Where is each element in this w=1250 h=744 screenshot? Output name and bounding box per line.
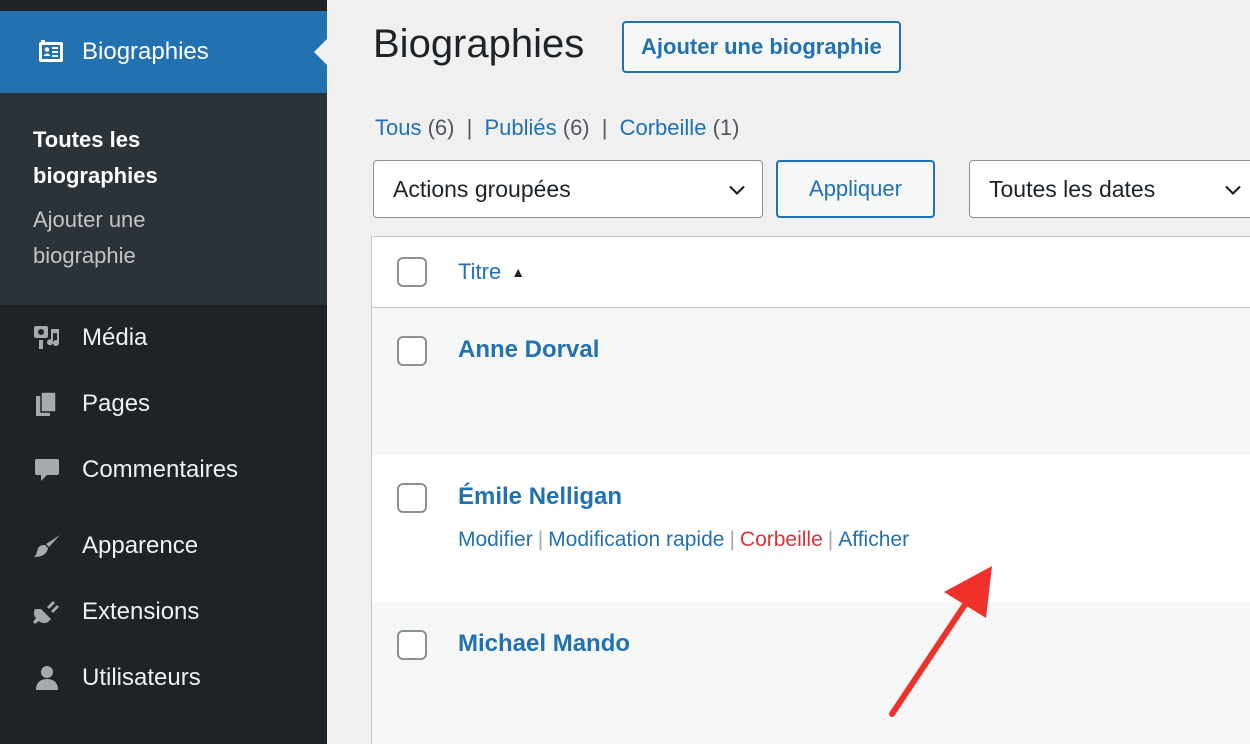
submenu-label-line2: biographie xyxy=(33,243,136,268)
submenu-label-line1: Ajouter une xyxy=(33,207,146,232)
row-actions: Modifier | Modification rapide | Corbeille | A… xyxy=(458,528,909,552)
filter-all-link[interactable]: Tous xyxy=(375,115,421,140)
date-filter-value: Toutes les dates xyxy=(989,175,1156,202)
biographies-table: Titre ▲ Anne Dorval Émile Nelligan Modif… xyxy=(371,236,1250,744)
row-checkbox[interactable] xyxy=(397,336,427,366)
filter-separator: | xyxy=(466,115,473,140)
user-icon xyxy=(32,663,62,693)
table-row: Anne Dorval xyxy=(372,308,1250,455)
sidebar-item-label: Commentaires xyxy=(82,456,239,483)
action-separator: | xyxy=(729,528,735,551)
page-title: Biographies xyxy=(373,22,585,66)
comment-icon xyxy=(32,455,62,485)
sidebar-item-pages[interactable]: Pages xyxy=(0,371,327,437)
sidebar-item-users[interactable]: Utilisateurs xyxy=(0,645,327,711)
bulk-actions-value: Actions groupées xyxy=(393,175,571,202)
row-title-link[interactable]: Anne Dorval xyxy=(458,336,599,364)
bulk-actions-select[interactable]: Actions groupées xyxy=(373,160,763,218)
apply-button[interactable]: Appliquer xyxy=(776,160,935,218)
sidebar-item-appearance[interactable]: Apparence xyxy=(0,513,327,579)
row-checkbox[interactable] xyxy=(397,630,427,660)
filter-trash-count: (1) xyxy=(712,115,740,140)
sidebar-item-label: Pages xyxy=(82,390,151,417)
chevron-down-icon xyxy=(728,176,746,203)
table-header: Titre ▲ xyxy=(372,237,1250,308)
sidebar-item-label: Utilisateurs xyxy=(82,664,201,691)
filter-published-count: (6) xyxy=(562,115,590,140)
row-body: Anne Dorval xyxy=(458,336,599,364)
add-biography-button[interactable]: Ajouter une biographie xyxy=(622,21,901,73)
sidebar-item-extensions[interactable]: Extensions xyxy=(0,579,327,645)
table-row: Michael Mando xyxy=(372,602,1250,744)
id-card-icon xyxy=(36,37,66,67)
view-link[interactable]: Afficher xyxy=(838,528,909,551)
row-body: Émile Nelligan Modifier | Modification rap… xyxy=(458,483,909,552)
sort-by-title-link[interactable]: Titre ▲ xyxy=(458,259,525,285)
submenu-add-biography[interactable]: Ajouter une biographie xyxy=(0,202,327,274)
row-checkbox[interactable] xyxy=(397,483,427,513)
plugin-icon xyxy=(32,597,62,627)
row-title-link[interactable]: Michael Mando xyxy=(458,630,630,658)
action-separator: | xyxy=(827,528,834,551)
brush-icon xyxy=(32,531,62,561)
row-title-link[interactable]: Émile Nelligan xyxy=(458,483,909,511)
sidebar-item-biographies[interactable]: Biographies xyxy=(0,11,327,93)
sidebar-item-label: Extensions xyxy=(82,598,200,625)
sort-asc-icon: ▲ xyxy=(511,264,526,280)
submenu-label-line1: Toutes les xyxy=(33,127,141,152)
sidebar-item-label: Apparence xyxy=(82,532,199,559)
filter-separator: | xyxy=(601,115,608,140)
row-body: Michael Mando xyxy=(458,630,630,658)
biographies-submenu: Toutes les biographies Ajouter une biogr… xyxy=(0,93,327,305)
main-content: Biographies Ajouter une biographie Tous … xyxy=(327,0,1250,744)
status-filter-links: Tous (6) | Publiés (6) | Corbeille (1) xyxy=(375,115,739,141)
media-icon xyxy=(32,323,62,353)
trash-link[interactable]: Corbeille xyxy=(740,528,823,551)
column-title-label: Titre xyxy=(458,259,502,284)
pages-icon xyxy=(32,389,62,419)
date-filter-select[interactable]: Toutes les dates xyxy=(969,160,1250,218)
filter-published-link[interactable]: Publiés xyxy=(484,115,556,140)
sidebar-item-comments[interactable]: Commentaires xyxy=(0,437,327,503)
filter-all-count: (6) xyxy=(427,115,455,140)
filter-trash-link[interactable]: Corbeille xyxy=(620,115,707,140)
sidebar-item-label: Média xyxy=(82,324,148,351)
edit-link[interactable]: Modifier xyxy=(458,528,533,551)
submenu-all-biographies[interactable]: Toutes les biographies xyxy=(0,122,327,194)
table-row: Émile Nelligan Modifier | Modification rap… xyxy=(372,455,1250,602)
select-all-checkbox[interactable] xyxy=(397,257,427,287)
admin-sidebar: Biographies Toutes les biographies Ajout… xyxy=(0,0,327,744)
sidebar-item-media[interactable]: Média xyxy=(0,305,327,371)
chevron-down-icon xyxy=(1224,176,1242,203)
sidebar-top-strip xyxy=(0,0,327,11)
sidebar-item-label: Biographies xyxy=(82,38,209,65)
quick-edit-link[interactable]: Modification rapide xyxy=(548,528,724,551)
action-separator: | xyxy=(537,528,544,551)
submenu-label-line2: biographies xyxy=(33,163,158,188)
